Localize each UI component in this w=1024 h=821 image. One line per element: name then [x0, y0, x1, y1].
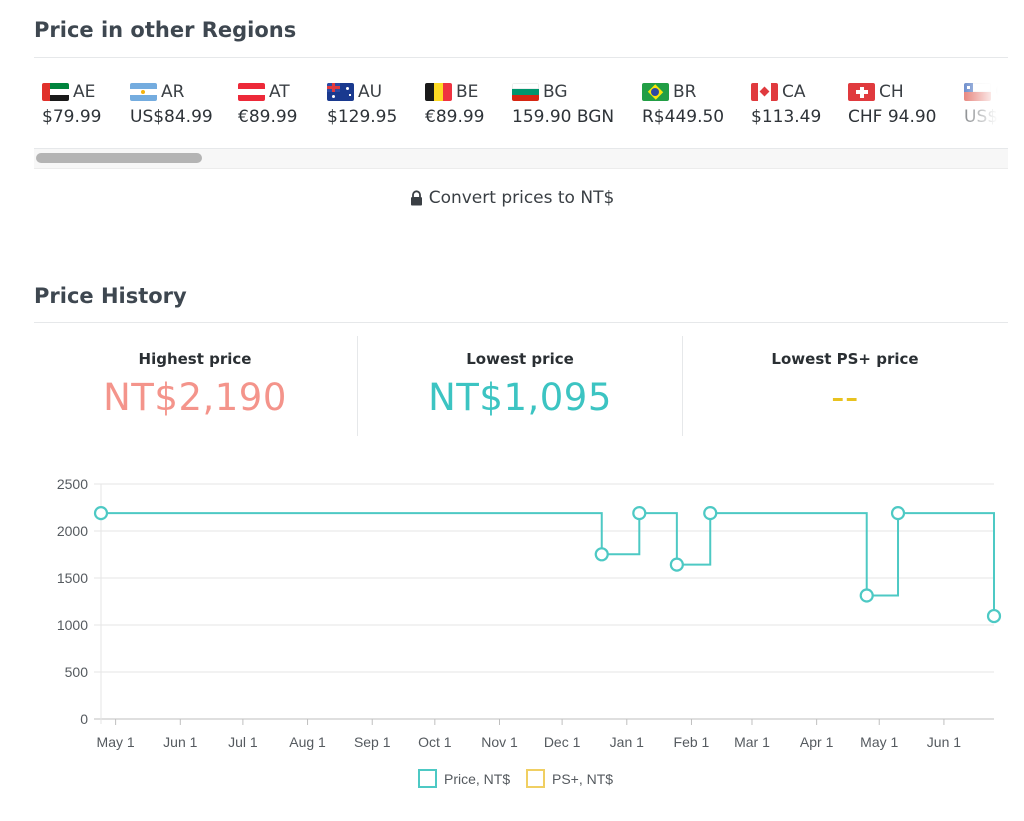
- flag-au-icon: [327, 83, 354, 101]
- price-point: [859, 588, 874, 603]
- price-point: [632, 506, 647, 521]
- x-tick-label: Dec 1: [544, 734, 581, 750]
- y-tick-label: 2500: [57, 476, 88, 492]
- price-history-title: Price History: [34, 284, 187, 308]
- price-point: [669, 557, 684, 572]
- regions-scrollbar-thumb[interactable]: [36, 153, 202, 163]
- flag-ar-icon: [130, 83, 157, 101]
- region-head: AR: [130, 78, 213, 106]
- region-head: BG: [512, 78, 614, 106]
- flag-at-icon: [238, 83, 265, 101]
- region-item-br[interactable]: BR R$449.50: [642, 78, 724, 127]
- lowest-ps-price-value: --: [831, 376, 859, 419]
- legend-label: PS+, NT$: [552, 771, 613, 787]
- price-point: [890, 506, 906, 521]
- regions-title: Price in other Regions: [34, 18, 297, 42]
- x-tick-label: Jun 1: [163, 734, 197, 750]
- legend-label: Price, NT$: [444, 771, 510, 787]
- highest-price-label: Highest price: [138, 350, 252, 368]
- flag-br-icon: [642, 83, 669, 101]
- flag-be-icon: [425, 83, 452, 101]
- price-point: [986, 608, 1002, 624]
- region-item-at[interactable]: AT €89.99: [238, 78, 297, 127]
- region-code: BE: [456, 82, 479, 102]
- region-price: $113.49: [751, 107, 822, 127]
- flag-ae-icon: [42, 83, 69, 101]
- region-price: R$449.50: [642, 107, 725, 127]
- region-price: €89.99: [425, 107, 485, 127]
- x-tick-label: Jun 1: [927, 734, 961, 750]
- region-item-ca[interactable]: CA $113.49: [751, 78, 821, 127]
- region-head: CA: [751, 78, 821, 106]
- region-head: BE: [425, 78, 484, 106]
- region-code: AT: [269, 82, 290, 102]
- x-tick-label: Mar 1: [734, 734, 770, 750]
- price-point: [93, 506, 109, 521]
- y-tick-label: 500: [65, 664, 89, 680]
- region-code: AE: [73, 82, 96, 102]
- legend-swatch: [418, 769, 437, 788]
- price-point: [594, 547, 609, 562]
- region-item-be[interactable]: BE €89.99: [425, 78, 484, 127]
- region-price: CHF 94.90: [848, 107, 937, 127]
- price-history-chart: 0 500 1000 1500 2000 2500 May 1 Jun 1 Jul 1 Aug 1…: [57, 476, 1002, 788]
- convert-prices-link[interactable]: Convert prices to NT$: [0, 188, 1024, 208]
- convert-prices-label: Convert prices to NT$: [428, 188, 615, 208]
- flag-ch-icon: [848, 83, 875, 101]
- region-code: CA: [782, 82, 806, 102]
- lock-icon: [410, 190, 422, 206]
- regions-title-divider: [34, 57, 1008, 58]
- region-head: AU: [327, 78, 397, 106]
- lowest-ps-price-stat: Lowest PS+ price --: [683, 336, 1007, 436]
- x-tick-label: Feb 1: [674, 734, 710, 750]
- region-price: 159.90 BGN: [512, 107, 615, 127]
- x-tick-label: Jan 1: [610, 734, 644, 750]
- y-tick-label: 1500: [57, 570, 88, 586]
- price-point: [703, 506, 718, 521]
- region-item-bg[interactable]: BG 159.90 BGN: [512, 78, 614, 127]
- lowest-ps-price-label: Lowest PS+ price: [771, 350, 919, 368]
- regions-scrollbar[interactable]: [34, 148, 1008, 169]
- highest-price-stat: Highest price NT$2,190: [34, 336, 356, 436]
- highest-price-value: NT$2,190: [103, 376, 287, 419]
- price-history-divider: [34, 322, 1008, 323]
- regions-fade-overlay: [938, 78, 1008, 148]
- x-tick-label: Jul 1: [228, 734, 258, 750]
- regions-list[interactable]: AE $79.99 AR US$84.99 AT €89.99 AU $129.95 BE €89…: [34, 78, 1008, 148]
- flag-bg-icon: [512, 83, 539, 101]
- x-tick-label: Aug 1: [289, 734, 326, 750]
- x-tick-label: May 1: [860, 734, 898, 750]
- region-item-ae[interactable]: AE $79.99: [42, 78, 101, 127]
- region-head: CH: [848, 78, 937, 106]
- lowest-price-stat: Lowest price NT$1,095: [358, 336, 682, 436]
- x-tick-label: Apr 1: [800, 734, 834, 750]
- x-tick-label: Oct 1: [418, 734, 452, 750]
- region-price: US$84.99: [130, 107, 213, 127]
- region-item-ch[interactable]: CH CHF 94.90: [848, 78, 937, 127]
- region-code: AR: [161, 82, 185, 102]
- y-tick-label: 0: [80, 711, 88, 727]
- lowest-price-value: NT$1,095: [428, 376, 612, 419]
- y-tick-label: 2000: [57, 523, 88, 539]
- y-tick-label: 1000: [57, 617, 88, 633]
- region-item-au[interactable]: AU $129.95: [327, 78, 397, 127]
- region-head: AT: [238, 78, 297, 106]
- lowest-price-label: Lowest price: [466, 350, 574, 368]
- region-price: $129.95: [327, 107, 398, 127]
- x-tick-label: May 1: [97, 734, 135, 750]
- region-price: $79.99: [42, 107, 102, 127]
- legend-swatch: [526, 769, 545, 788]
- region-head: BR: [642, 78, 724, 106]
- region-code: CH: [879, 82, 904, 102]
- x-tick-label: Sep 1: [354, 734, 391, 750]
- region-price: €89.99: [238, 107, 298, 127]
- region-code: AU: [358, 82, 383, 102]
- region-code: BG: [543, 82, 568, 102]
- price-line: [101, 512, 995, 617]
- region-item-ar[interactable]: AR US$84.99: [130, 78, 213, 127]
- region-code: BR: [673, 82, 697, 102]
- flag-ca-icon: [751, 83, 778, 101]
- region-head: AE: [42, 78, 101, 106]
- x-tick-label: Nov 1: [481, 734, 518, 750]
